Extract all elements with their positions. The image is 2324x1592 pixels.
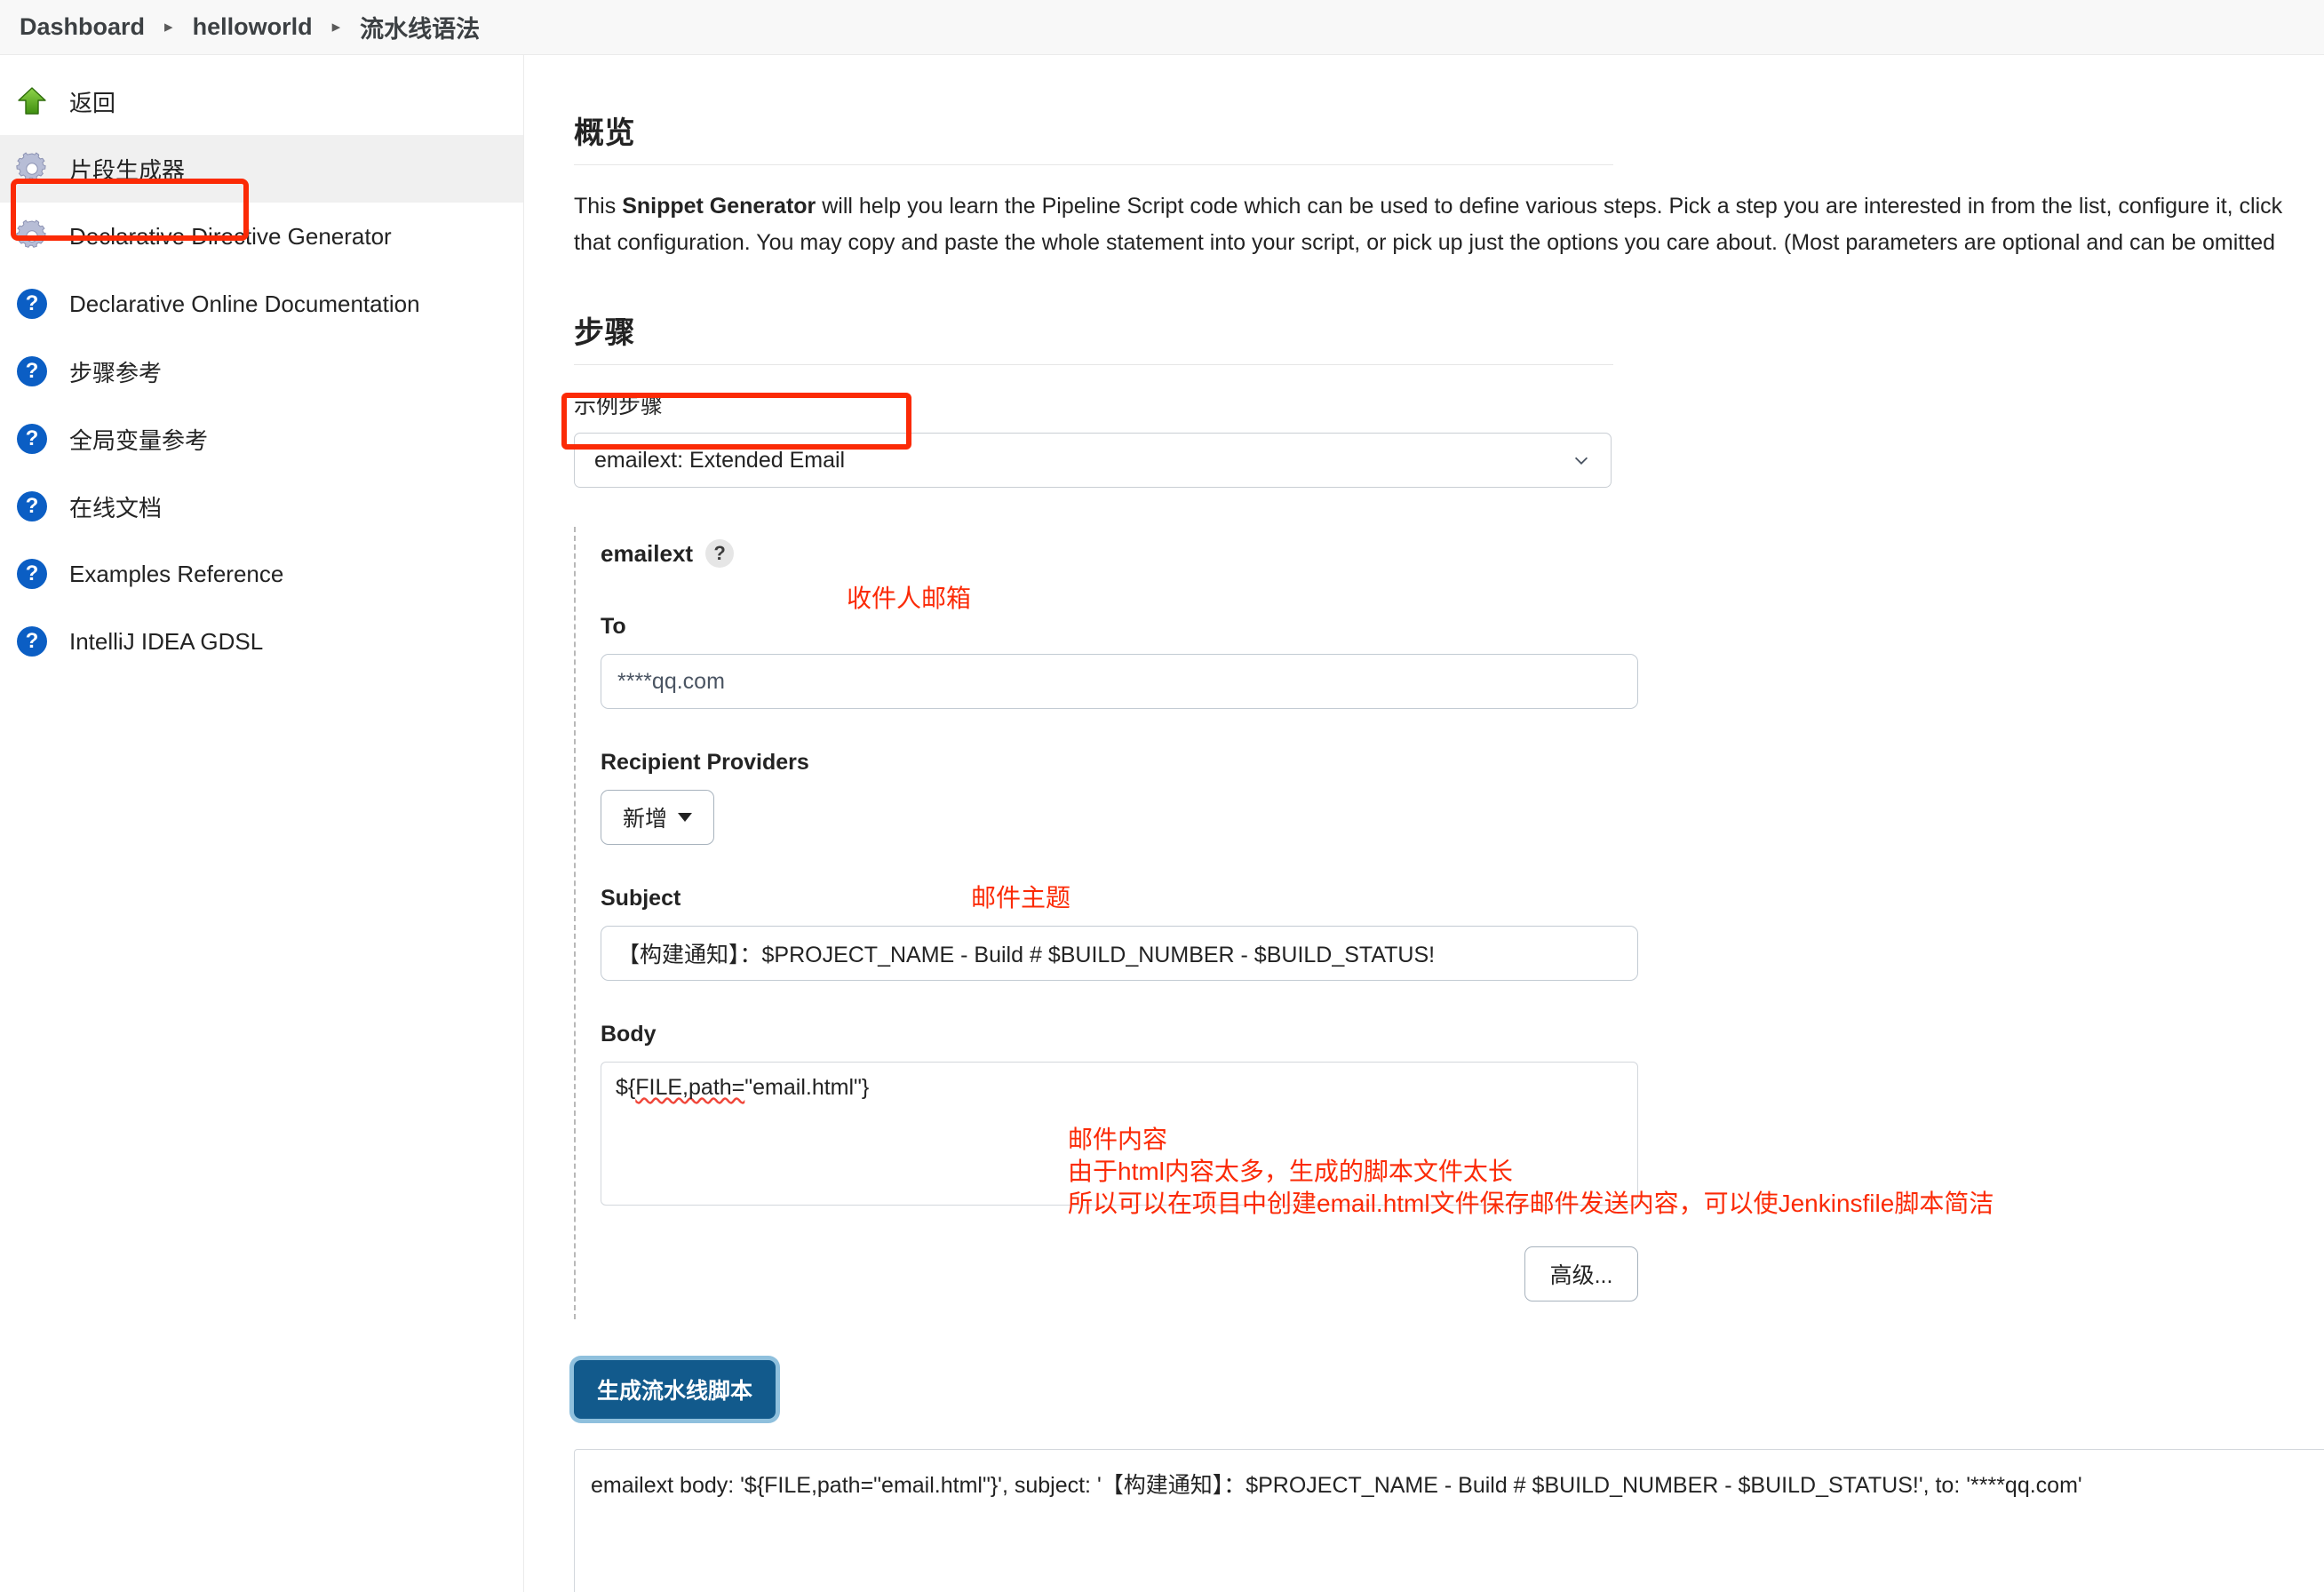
breadcrumb-separator: ▸ (164, 18, 173, 36)
up-arrow-icon (14, 84, 50, 119)
overview-divider (574, 164, 1613, 165)
param-recipient-providers: Recipient Providers 新增 (601, 750, 1627, 845)
sidebar-item-global-variable-reference[interactable]: ? 全局变量参考 (0, 405, 523, 473)
sidebar-item-label: 在线文档 (69, 494, 163, 521)
breadcrumb-item-dashboard[interactable]: Dashboard (20, 13, 145, 41)
help-circle-icon: ? (14, 354, 50, 389)
sidebar-item-label: 全局变量参考 (69, 426, 209, 454)
help-circle-icon: ? (14, 624, 50, 659)
help-circle-icon: ? (14, 556, 50, 592)
breadcrumb-item-pipeline-syntax[interactable]: 流水线语法 (360, 10, 480, 44)
gear-icon (14, 151, 50, 187)
subject-label: Subject (601, 886, 681, 911)
help-icon[interactable]: ? (705, 539, 735, 568)
sidebar-item-label: Declarative Online Documentation (69, 290, 420, 317)
breadcrumb: Dashboard ▸ helloworld ▸ 流水线语法 (0, 0, 2324, 55)
sidebar-item-label: 步骤参考 (69, 359, 163, 386)
step-parameters-block: emailext ? To ****qq.com Recipient Provi… (574, 527, 1638, 1319)
sidebar-item-online-documentation[interactable]: ? 在线文档 (0, 473, 523, 540)
overview-paragraph: This Snippet Generator will help you lea… (574, 188, 2324, 260)
sidebar-item-declarative-directive-generator[interactable]: Declarative Directive Generator (0, 203, 523, 270)
recipient-providers-label: Recipient Providers (601, 750, 809, 775)
overview-text-after: will help you learn the Pipeline Script … (574, 194, 2283, 255)
breadcrumb-item-helloworld[interactable]: helloworld (193, 13, 313, 41)
help-circle-icon: ? (14, 421, 50, 457)
sidebar: 返回 片段生成器 Declarative Directive Generator (0, 55, 524, 1592)
advanced-button[interactable]: 高级... (1524, 1246, 1638, 1301)
sidebar-item-label: 返回 (69, 89, 116, 116)
sidebar-item-label: Examples Reference (69, 560, 284, 587)
to-input[interactable]: ****qq.com (601, 654, 1638, 709)
sidebar-item-snippet-generator[interactable]: 片段生成器 (0, 135, 523, 203)
main-content: 概览 This Snippet Generator will help you … (524, 55, 2324, 1592)
body-value-prefix: ${ (616, 1075, 636, 1100)
steps-title: 步骤 (574, 316, 635, 350)
add-recipient-provider-button[interactable]: 新增 (601, 790, 714, 845)
sidebar-item-step-reference[interactable]: ? 步骤参考 (0, 338, 523, 405)
breadcrumb-separator: ▸ (331, 18, 341, 36)
sample-step-label: 示例步骤 (574, 394, 664, 418)
steps-divider (574, 364, 1613, 365)
body-value-misspelled: FILE,path= (635, 1075, 745, 1100)
sidebar-item-back[interactable]: 返回 (0, 68, 523, 135)
overview-text-before: This (574, 194, 623, 219)
sidebar-item-label: IntelliJ IDEA GDSL (69, 627, 264, 655)
add-button-label: 新增 (622, 807, 667, 832)
sidebar-item-examples-reference[interactable]: ? Examples Reference (0, 540, 523, 608)
caret-down-icon (678, 813, 692, 822)
page-body: 返回 片段生成器 Declarative Directive Generator (0, 55, 2324, 1592)
gear-icon (14, 219, 50, 254)
sidebar-item-label: 片段生成器 (69, 156, 186, 184)
advanced-row: 高级... (601, 1246, 1638, 1301)
subject-input[interactable]: 【构建通知】：$PROJECT_NAME - Build # $BUILD_NU… (601, 926, 1638, 981)
step-name-row: emailext ? (601, 539, 1627, 568)
generate-pipeline-script-button[interactable]: 生成流水线脚本 (574, 1360, 776, 1419)
sidebar-item-intellij-idea-gdsl[interactable]: ? IntelliJ IDEA GDSL (0, 608, 523, 675)
help-circle-icon: ? (14, 489, 50, 524)
body-label: Body (601, 1022, 657, 1047)
help-circle-icon: ? (14, 286, 50, 322)
generated-script-output[interactable]: emailext body: '${FILE,path="email.html"… (574, 1449, 2324, 1592)
body-value-suffix: "email.html"} (744, 1075, 870, 1100)
chevron-down-icon (1574, 457, 1588, 465)
body-textarea[interactable]: ${FILE,path="email.html"} (601, 1062, 1638, 1206)
sidebar-item-declarative-online-documentation[interactable]: ? Declarative Online Documentation (0, 270, 523, 338)
overview-title: 概览 (574, 116, 635, 150)
to-label: To (601, 614, 626, 639)
step-name: emailext (601, 539, 694, 567)
overview-text-bold: Snippet Generator (622, 194, 816, 219)
sidebar-item-label: Declarative Directive Generator (69, 222, 392, 250)
sample-step-select[interactable]: emailext: Extended Email (574, 433, 1612, 488)
param-to: To ****qq.com (601, 614, 1638, 709)
sample-step-selected-value: emailext: Extended Email (594, 447, 846, 473)
param-subject: Subject 【构建通知】：$PROJECT_NAME - Build # $… (601, 886, 1638, 981)
param-body: Body ${FILE,path="email.html"} (601, 1022, 1638, 1206)
